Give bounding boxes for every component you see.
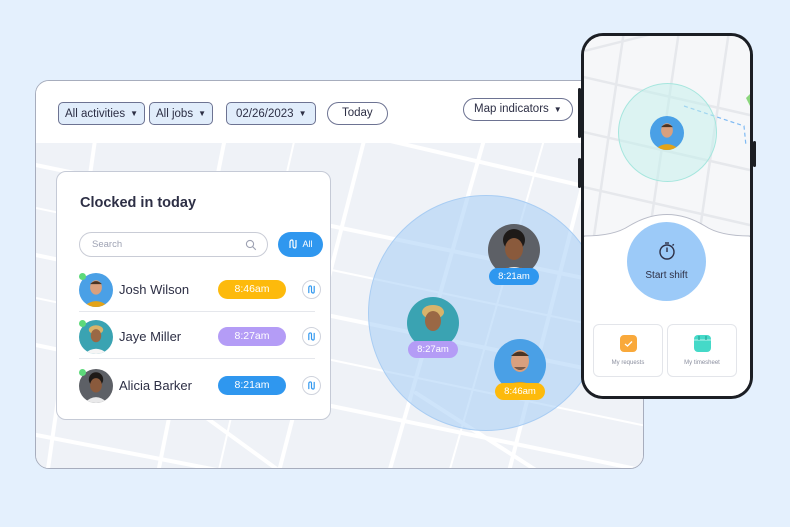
jobs-dropdown[interactable]: All jobs ▼	[149, 102, 213, 125]
employee-name: Josh Wilson	[119, 282, 190, 297]
my-timesheet-tile[interactable]: My timesheet	[667, 324, 737, 377]
list-item[interactable]: Alicia Barker 8:21am	[79, 364, 321, 408]
list-item[interactable]: Jaye Miller 8:27am	[79, 315, 321, 359]
clock-in-time-badge: 8:21am	[218, 376, 286, 395]
activities-dropdown[interactable]: All activities ▼	[58, 102, 145, 125]
check-square-icon	[619, 335, 637, 352]
online-status-dot	[79, 320, 86, 327]
stopwatch-icon	[658, 242, 675, 260]
phone-map[interactable]	[584, 36, 750, 237]
caret-down-icon: ▼	[298, 109, 307, 118]
filter-all-button[interactable]: All	[278, 232, 323, 257]
clocked-in-panel: Clocked in today Search All Josh Wilson …	[56, 171, 331, 420]
activities-dropdown-label: All activities	[65, 108, 126, 120]
clock-in-time-badge: 8:46am	[218, 280, 286, 299]
search-input[interactable]: Search	[79, 232, 268, 257]
caret-down-icon: ▼	[553, 105, 562, 114]
clock-in-time-badge: 8:27am	[218, 327, 286, 346]
online-status-dot	[79, 369, 86, 376]
start-shift-button[interactable]: Start shift	[627, 222, 706, 301]
desktop-window: All activities ▼ All jobs ▼ 02/26/2023 ▼ To…	[35, 80, 644, 469]
today-button[interactable]: Today	[327, 102, 388, 125]
route-button[interactable]	[302, 327, 321, 346]
caret-down-icon: ▼	[130, 109, 138, 118]
pin-time-badge: 8:27am	[408, 341, 458, 358]
phone-side-button	[578, 158, 581, 188]
map-indicators-label: Map indicators	[474, 103, 549, 115]
route-button[interactable]	[302, 376, 321, 395]
jobs-dropdown-label: All jobs	[156, 108, 194, 120]
phone-screen: Start shift My requests My timesheet	[584, 36, 750, 396]
route-button[interactable]	[302, 280, 321, 299]
pin-time-badge: 8:21am	[489, 268, 539, 285]
toolbar: All activities ▼ All jobs ▼ 02/26/2023 ▼ To…	[36, 81, 643, 143]
date-dropdown[interactable]: 02/26/2023 ▼	[226, 102, 317, 125]
map-pin-alicia-barker[interactable]: 8:21am	[488, 224, 540, 285]
route-icon	[289, 239, 298, 249]
mobile-phone: Start shift My requests My timesheet	[578, 33, 756, 399]
tile-label: My timesheet	[684, 360, 720, 366]
route-icon	[308, 285, 315, 294]
map-pin-josh-wilson[interactable]: 8:46am	[494, 339, 546, 400]
employee-name: Jaye Miller	[119, 329, 182, 344]
search-icon	[245, 238, 257, 256]
tile-label: My requests	[611, 360, 645, 366]
filter-all-label: All	[302, 239, 313, 249]
route-icon	[308, 381, 315, 390]
employee-name: Alicia Barker	[119, 378, 192, 393]
phone-side-button	[578, 88, 581, 138]
map-pin-jaye-miller[interactable]: 8:27am	[407, 297, 459, 358]
start-shift-label: Start shift	[645, 270, 688, 281]
date-dropdown-label: 02/26/2023	[236, 108, 294, 120]
pin-time-badge: 8:46am	[495, 383, 545, 400]
panel-title: Clocked in today	[80, 195, 197, 211]
calendar-icon	[693, 335, 711, 352]
divider	[79, 358, 315, 359]
map-indicators-dropdown[interactable]: Map indicators ▼	[463, 98, 573, 121]
avatar	[650, 116, 684, 150]
list-item[interactable]: Josh Wilson 8:46am	[79, 268, 321, 312]
geofence-circle	[368, 195, 604, 431]
my-requests-tile[interactable]: My requests	[593, 324, 663, 377]
search-placeholder: Search	[92, 239, 123, 250]
route-icon	[308, 332, 315, 341]
online-status-dot	[79, 273, 86, 280]
caret-down-icon: ▼	[198, 109, 206, 118]
divider	[79, 311, 315, 312]
phone-side-button	[753, 141, 756, 167]
